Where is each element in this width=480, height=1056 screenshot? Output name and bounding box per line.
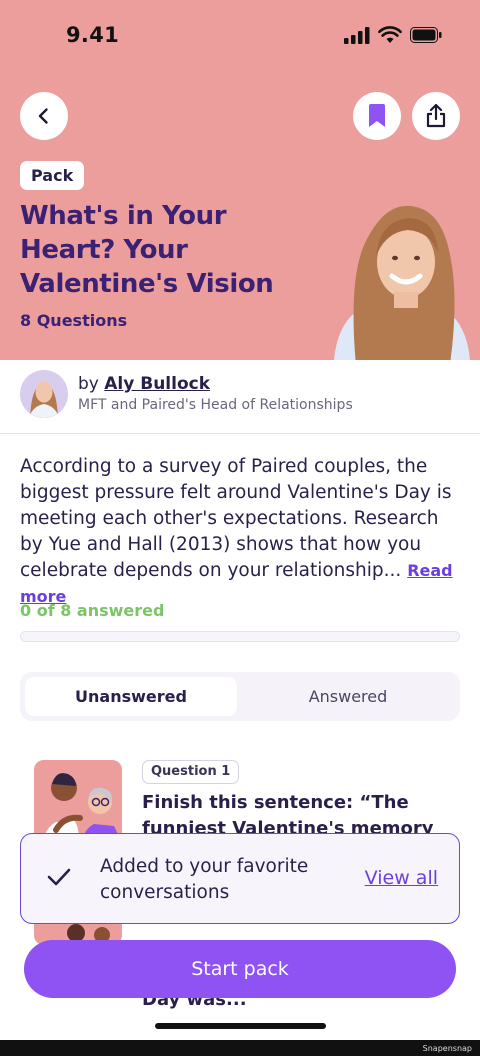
wifi-icon — [378, 26, 402, 43]
pack-badge: Pack — [20, 161, 85, 190]
avatar-image — [20, 370, 68, 418]
battery-icon — [410, 27, 442, 43]
question-1-badge: Question 1 — [142, 760, 240, 784]
answer-filter-tabs: Unanswered Answered — [20, 672, 460, 721]
home-indicator[interactable] — [155, 1023, 326, 1029]
pack-title: What's in Your Heart? Your Valentine's V… — [20, 201, 274, 299]
question-count: 8 Questions — [20, 311, 128, 330]
status-icons — [344, 26, 442, 44]
status-time: 9.41 — [66, 23, 120, 47]
bookmark-button[interactable] — [353, 92, 401, 140]
start-pack-button[interactable]: Start pack — [24, 940, 456, 998]
question-1-text[interactable]: Finish this sentence: “The funniest Vale… — [142, 790, 442, 834]
favorite-toast: Added to your favorite conversations Vie… — [20, 833, 460, 924]
bottom-bar — [0, 1040, 480, 1056]
hero-header: 9.41 Pack What's in Your Heart? Your Val… — [0, 0, 480, 360]
tab-answered[interactable]: Answered — [242, 677, 454, 716]
pack-description: According to a survey of Paired couples,… — [20, 454, 465, 610]
toast-message: Added to your favorite conversations — [100, 856, 309, 903]
author-row: by Aly Bullock MFT and Paired's Head of … — [0, 360, 480, 434]
bookmark-icon — [369, 104, 385, 127]
tab-unanswered[interactable]: Unanswered — [25, 677, 237, 716]
watermark: Snapensnap — [422, 1044, 472, 1053]
share-icon — [426, 104, 446, 128]
description-text: According to a survey of Paired couples,… — [20, 456, 452, 581]
progress-label: 0 of 8 answered — [20, 601, 165, 620]
back-button[interactable] — [20, 92, 68, 140]
progress-bar — [20, 631, 460, 642]
share-button[interactable] — [412, 92, 460, 140]
checkmark-icon — [47, 868, 71, 886]
signal-icon — [344, 26, 370, 44]
chevron-left-icon — [38, 108, 48, 124]
author-name-link[interactable]: Aly Bullock — [104, 374, 210, 394]
author-photo-illustration — [334, 205, 470, 360]
view-all-link[interactable]: View all — [365, 867, 438, 889]
author-role: MFT and Paired's Head of Relationships — [78, 397, 353, 413]
avatar — [20, 370, 68, 418]
author-by-label: by — [78, 374, 99, 394]
